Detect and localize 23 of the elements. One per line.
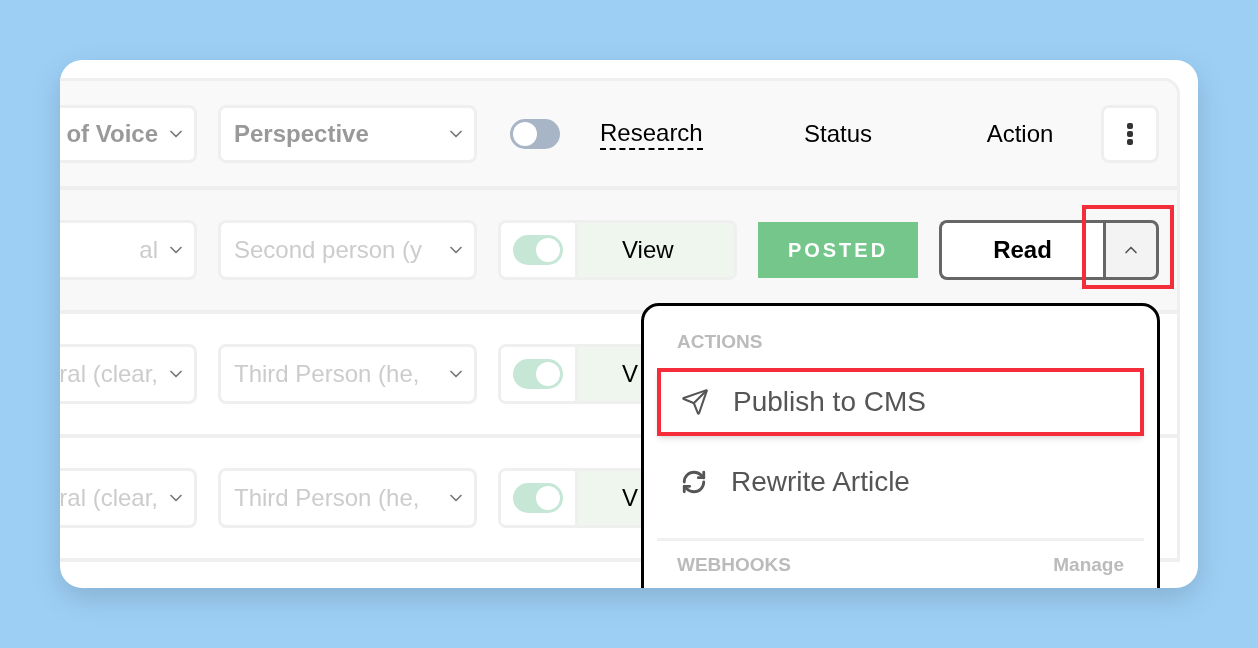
status-badge: POSTED (758, 222, 918, 278)
view-link[interactable]: V (622, 356, 638, 392)
more-vertical-icon (1126, 121, 1134, 146)
column-header: Research (600, 117, 703, 150)
toggle-switch[interactable] (513, 235, 563, 265)
toggle-switch[interactable] (510, 118, 560, 149)
toggle-switch[interactable] (513, 359, 563, 389)
section-heading: WEBHOOKS (677, 552, 791, 577)
column-header: Action (985, 118, 1055, 149)
menu-item[interactable]: Publish to CMS (657, 367, 1144, 436)
toggle-switch[interactable] (513, 483, 563, 513)
refresh-icon (681, 468, 707, 495)
view-link[interactable]: V (622, 480, 638, 516)
menu-item[interactable]: Rewrite Article (657, 447, 1144, 516)
section-heading: ACTIONS (677, 330, 763, 354)
read-button[interactable]: Read (939, 220, 1103, 280)
more-options-button[interactable] (1101, 104, 1159, 163)
column-header: Status (803, 118, 872, 149)
dropdown-select[interactable]: Perspective (218, 104, 477, 163)
manage-link[interactable]: Manage (1053, 550, 1124, 579)
dropdown-toggle-button[interactable] (1103, 220, 1159, 280)
paper-plane-icon (681, 387, 709, 416)
dropdown-select[interactable]: of Voice (60, 104, 197, 163)
